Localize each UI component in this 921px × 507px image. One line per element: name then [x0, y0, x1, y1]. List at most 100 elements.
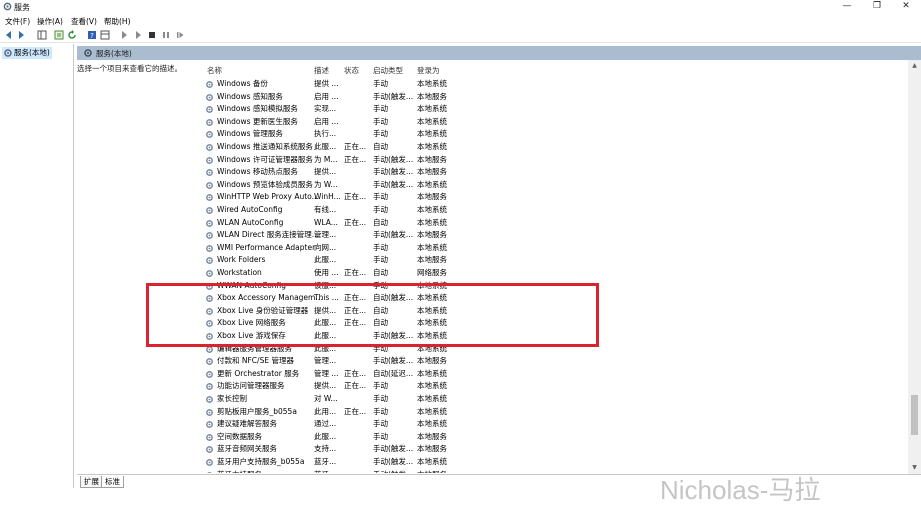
- table-row[interactable]: 蓝牙用户支持服务_b055a 蓝牙... 手动(触发... 本地系统: [200, 456, 910, 469]
- table-row[interactable]: 空间数据服务 此服... 手动 本地服务: [200, 431, 910, 444]
- table-row[interactable]: Windows 备份 提供 ... 手动 本地系统: [200, 78, 910, 91]
- cell-startup: 手动: [373, 242, 388, 252]
- back-icon[interactable]: [3, 29, 14, 40]
- table-row[interactable]: 剪贴板用户服务_b055a 此用... 正在... 手动 本地系统: [200, 406, 910, 419]
- cell-name: 蓝牙支持服务: [217, 469, 262, 473]
- show-hide-icon[interactable]: [99, 29, 110, 40]
- cell-logon: 本地系统: [417, 368, 447, 378]
- cell-status: 正在...: [344, 368, 367, 378]
- svg-text:?: ?: [90, 32, 94, 40]
- table-row[interactable]: Windows 许可证管理器服务为 M... 正在... 手动(触发... 本地服务: [200, 154, 910, 167]
- pause-icon[interactable]: [160, 29, 171, 40]
- service-gear-icon: [206, 459, 213, 466]
- service-gear-icon: [206, 257, 213, 265]
- cell-name: Windows 感知模拟服务: [217, 104, 298, 114]
- cell-desc: 提供...: [314, 167, 337, 177]
- table-row[interactable]: WLAN AutoConfig WLA... 正在... 自动 本地系统: [200, 217, 910, 230]
- table-row[interactable]: Windows 感知模拟服务 实现... 手动 本地系统: [200, 103, 910, 116]
- cell-logon: 本地系统: [417, 129, 447, 139]
- cell-startup: 手动: [373, 381, 388, 391]
- service-gear-icon: [206, 232, 213, 240]
- cell-name: 蓝牙用户支持服务_b055a: [217, 457, 305, 466]
- table-row[interactable]: 功能访问管理器服务 提供... 正在... 手动 本地系统: [200, 380, 910, 393]
- cell-status: 正在...: [344, 192, 367, 202]
- scroll-up-icon[interactable]: ▲: [911, 62, 918, 69]
- scroll-thumb[interactable]: [911, 395, 918, 435]
- cell-logon: 本地系统: [417, 457, 447, 466]
- cell-name: Windows 更新医生服务: [217, 116, 298, 126]
- service-gear-icon: [206, 433, 213, 441]
- table-row[interactable]: Windows 更新医生服务 启用 ... 手动 本地系统: [200, 116, 910, 129]
- service-gear-icon: [206, 219, 213, 227]
- tab-standard[interactable]: 标准: [101, 476, 124, 488]
- vertical-scrollbar[interactable]: ▲ ▼: [908, 60, 921, 474]
- cell-logon: 本地系统: [417, 79, 447, 88]
- table-row[interactable]: 建议疑难解答服务 通过... 手动 本地系统: [200, 418, 910, 431]
- table-row[interactable]: WMI Performance Adapter 向网... 手动 本地系统: [200, 242, 910, 255]
- cell-logon: 本地服务: [417, 154, 447, 164]
- table-row[interactable]: Windows 预览体验成员服务为 W... 手动(触发... 本地系统: [200, 179, 910, 192]
- scroll-down-icon[interactable]: ▼: [911, 464, 918, 471]
- cell-name: 更新 Orchestrator 服务: [217, 368, 300, 378]
- cell-name: 剪贴板用户服务_b055a: [217, 406, 297, 416]
- play-alt-icon[interactable]: [132, 29, 143, 40]
- column-header-desc[interactable]: 描述: [314, 65, 329, 75]
- play-icon[interactable]: [118, 29, 129, 40]
- cell-logon: 本地服务: [417, 167, 447, 177]
- column-header-status[interactable]: 状态: [344, 65, 359, 75]
- column-header-startup[interactable]: 启动类型: [373, 65, 403, 75]
- tab-extended[interactable]: 扩展: [80, 476, 103, 488]
- refresh-icon[interactable]: [66, 29, 77, 40]
- forward-icon[interactable]: [15, 29, 26, 40]
- menu-view[interactable]: 查看(V): [71, 16, 97, 27]
- table-row[interactable]: Windows 推送通知系统服务 此服... 正在... 自动 本地系统: [200, 141, 910, 154]
- cell-desc: 此用...: [314, 406, 337, 416]
- restart-icon[interactable]: [174, 29, 185, 40]
- cell-logon: 本地服务: [417, 469, 447, 473]
- table-row[interactable]: Wired AutoConfig 有线... 手动 本地系统: [200, 204, 910, 217]
- table-row[interactable]: Windows 移动热点服务 提供... 手动(触发... 本地服务: [200, 166, 910, 179]
- stop-icon[interactable]: [146, 29, 157, 40]
- console-tree-icon[interactable]: [36, 29, 47, 40]
- table-row[interactable]: WinHTTP Web Proxy Auto... WinH... 正在... 手动 本…: [200, 191, 910, 204]
- column-header-logon[interactable]: 登录为: [417, 65, 440, 75]
- column-header-name[interactable]: 名称: [207, 65, 222, 75]
- table-row[interactable]: 蓝牙音频网关服务 支持... 手动(触发... 本地服务: [200, 443, 910, 456]
- watermark: Nicholas-马拉: [660, 475, 821, 505]
- cell-startup: 手动: [373, 419, 388, 429]
- table-row[interactable]: WLAN Direct 服务连接管理... 管理... 手动(触发... 本地服务: [200, 229, 910, 242]
- tree-item-services-local[interactable]: 服务(本地): [2, 47, 52, 59]
- cell-name: Windows 管理服务: [217, 129, 283, 139]
- service-gear-icon: [206, 81, 213, 88]
- cell-startup: 手动: [373, 255, 388, 265]
- cell-logon: 本地系统: [417, 104, 447, 114]
- service-gear-icon: [206, 118, 213, 126]
- service-gear-icon: [206, 270, 213, 277]
- services-gear-icon: [84, 49, 92, 57]
- table-row[interactable]: Windows 感知服务 启用 ... 手动(触发... 本地服务: [200, 91, 910, 104]
- menu-help[interactable]: 帮助(H): [104, 16, 131, 27]
- console-tree: 服务(本地): [0, 44, 74, 488]
- table-row[interactable]: Workstation 使用 ... 正在... 自动 网络服务: [200, 267, 910, 280]
- cell-startup: 手动: [373, 79, 388, 88]
- table-row[interactable]: 更新 Orchestrator 服务 管理 ... 正在... 自动(延迟... 本地系…: [200, 368, 910, 381]
- cell-startup: 手动: [373, 406, 388, 416]
- help-icon[interactable]: ?: [86, 29, 97, 40]
- table-row[interactable]: Windows 管理服务 执行... 手动 本地系统: [200, 128, 910, 141]
- cell-logon: 本地服务: [417, 444, 447, 454]
- cell-logon: 本地服务: [417, 356, 447, 366]
- service-gear-icon: [206, 106, 213, 114]
- table-row[interactable]: 家长控制 对 W... 手动 本地系统: [200, 393, 910, 406]
- cell-logon: 本地系统: [417, 179, 447, 189]
- close-button[interactable]: ✕: [891, 0, 921, 14]
- properties-icon[interactable]: [53, 29, 64, 40]
- minimize-button[interactable]: —: [832, 0, 862, 14]
- cell-desc: 向网...: [314, 242, 337, 252]
- table-row[interactable]: Work Folders 此服... 手动 本地服务: [200, 254, 910, 267]
- cell-logon: 本地服务: [417, 255, 447, 265]
- menu-action[interactable]: 操作(A): [37, 16, 63, 27]
- maximize-button[interactable]: ❐: [862, 0, 892, 14]
- menu-file[interactable]: 文件(F): [5, 16, 30, 27]
- cell-logon: 本地服务: [417, 431, 447, 441]
- table-row[interactable]: 付款和 NFC/SE 管理器 管理... 手动(触发... 本地服务: [200, 355, 910, 368]
